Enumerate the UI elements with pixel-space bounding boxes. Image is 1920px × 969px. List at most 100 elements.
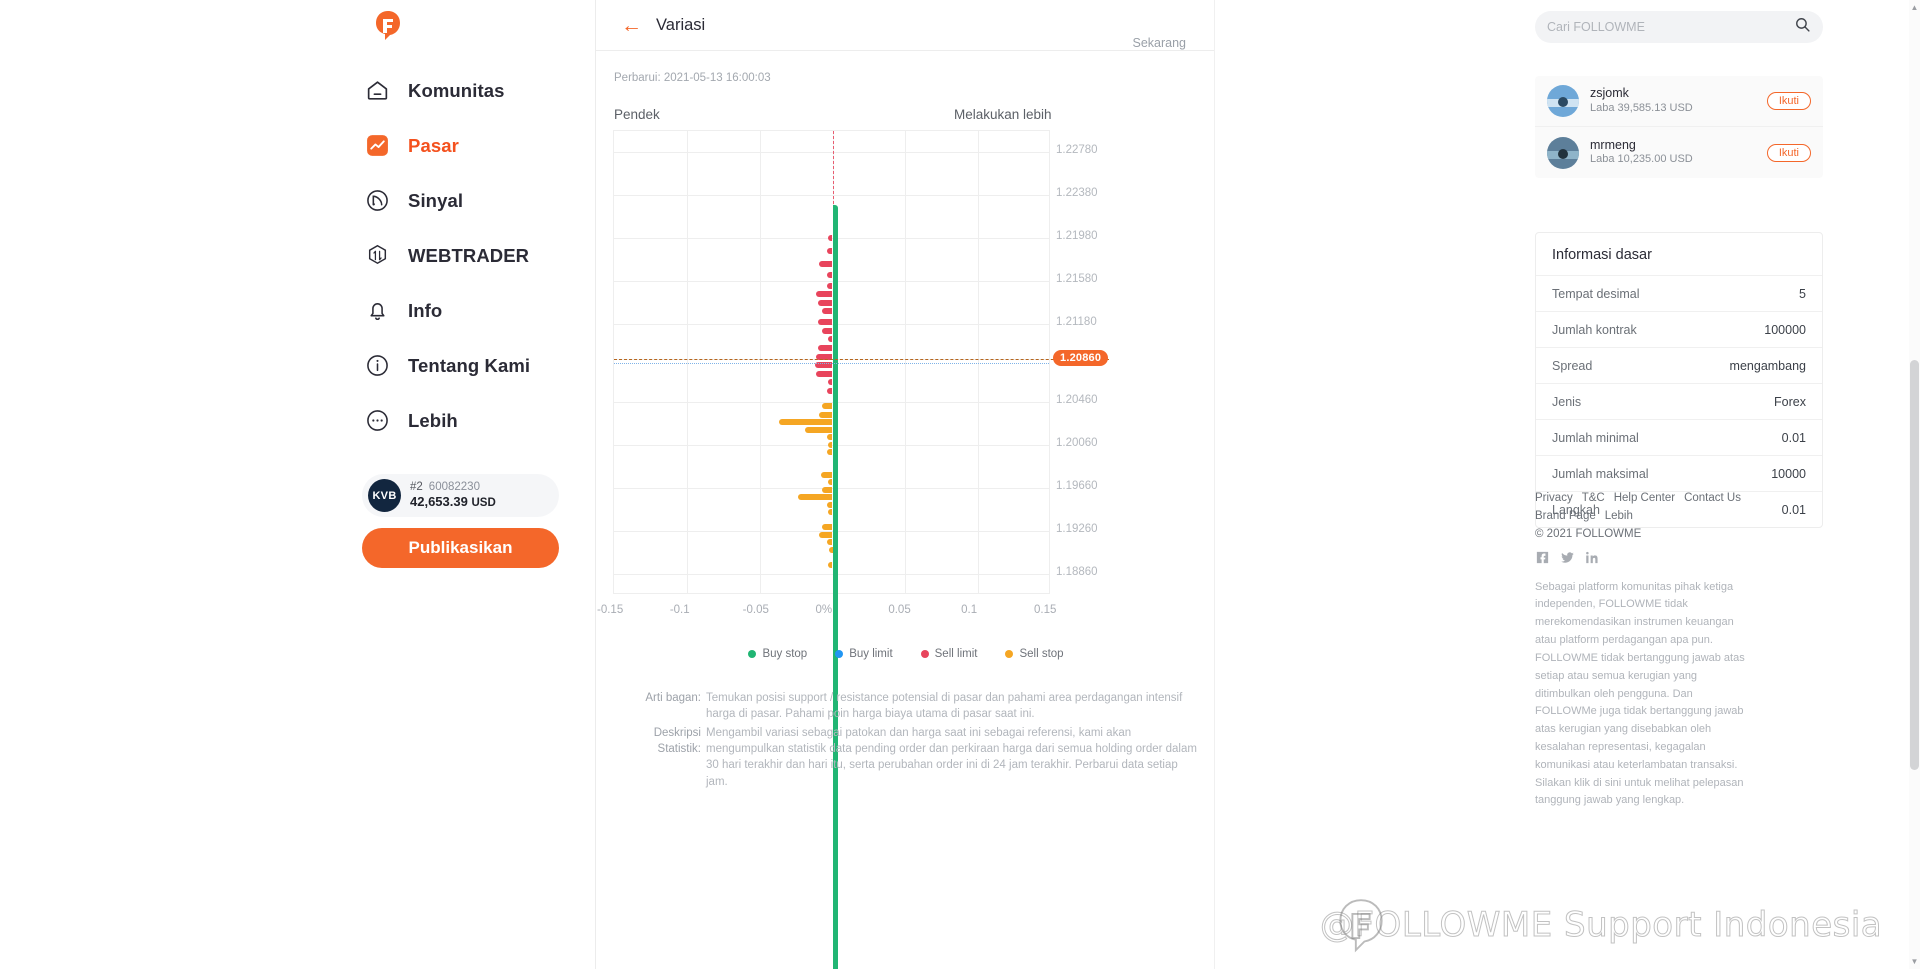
sidebar-item-webtrader[interactable]: WEBTRADER xyxy=(362,233,592,278)
list-item[interactable]: zsjomk Laba 39,585.13 USD Ikuti xyxy=(1535,76,1823,127)
chart-y-tick: 1.20060 xyxy=(1056,436,1098,449)
bar-sell-stop xyxy=(822,486,833,493)
bar-sell-limit xyxy=(828,379,833,386)
legend-color-dot xyxy=(748,650,757,658)
center-header: ← Variasi xyxy=(596,0,1214,51)
sidebar-item-label: Tentang Kami xyxy=(408,354,531,376)
bar-sell-limit xyxy=(826,248,833,255)
current-price-line xyxy=(614,358,1109,360)
page-title: Variasi xyxy=(656,15,706,34)
user-meta: zsjomk Laba 39,585.13 USD xyxy=(1590,86,1767,115)
bar-sell-stop xyxy=(822,524,833,531)
info-key: Jumlah maksimal xyxy=(1552,466,1649,481)
legend-label: Buy limit xyxy=(849,648,893,660)
user-profit: Laba 39,585.13 USD xyxy=(1590,101,1693,114)
description-key: Deskripsi Statistik: xyxy=(653,726,701,755)
search-box[interactable] xyxy=(1535,11,1823,43)
scroll-down-icon[interactable]: ▼ xyxy=(1910,957,1919,966)
bar-sell-limit xyxy=(817,344,833,351)
description-key: Arti bagan: xyxy=(645,692,701,704)
bar-sell-limit xyxy=(828,235,833,242)
legend-item[interactable]: Sell limit xyxy=(920,648,978,660)
description-row: Arti bagan: Temukan posisi support / resi… xyxy=(614,690,1198,723)
scrollbar-track[interactable]: ▲ ▼ xyxy=(1909,0,1920,969)
chart-plot-area[interactable] xyxy=(613,130,1109,969)
twitter-icon[interactable] xyxy=(1560,550,1575,565)
account-currency: USD xyxy=(471,496,496,509)
footer-copyright: © 2021 FOLLOWME xyxy=(1535,527,1642,540)
user-profit: Laba 10,235.00 USD xyxy=(1590,153,1693,166)
info-key: Jumlah kontrak xyxy=(1552,322,1637,337)
short-label: Pendek xyxy=(614,107,660,122)
search-icon[interactable] xyxy=(1794,16,1811,38)
footer-link[interactable]: T&C xyxy=(1582,492,1605,504)
info-key: Spread xyxy=(1552,358,1593,373)
chart-y-tick: 1.21180 xyxy=(1056,316,1097,329)
sidebar-item-komunitas[interactable]: Komunitas xyxy=(362,68,592,113)
sidebar-item-tentang-kami[interactable]: Tentang Kami xyxy=(362,343,592,388)
scroll-up-icon[interactable]: ▲ xyxy=(1910,3,1919,12)
legend-item[interactable]: Buy stop xyxy=(748,648,807,660)
bar-sell-limit xyxy=(816,370,833,377)
footer-social xyxy=(1535,550,1835,565)
chart-y-tick: 1.21580 xyxy=(1056,273,1098,286)
bar-sell-limit xyxy=(817,319,833,326)
footer-link[interactable]: Lebih xyxy=(1605,510,1633,522)
back-arrow-icon[interactable]: ← xyxy=(621,15,642,36)
bar-sell-stop xyxy=(797,494,833,501)
legend-label: Sell limit xyxy=(934,648,978,660)
sidebar-item-pasar[interactable]: Pasar xyxy=(362,123,592,168)
current-price-pill: 1.20860 xyxy=(1053,349,1109,366)
info-value: mengambang xyxy=(1729,358,1806,373)
footer-link[interactable]: Privacy xyxy=(1535,492,1573,504)
signal-icon xyxy=(362,186,392,216)
info-row: Jumlah maksimal 10000 xyxy=(1536,455,1822,491)
bar-sell-limit xyxy=(822,308,833,315)
info-key: Tempat desimal xyxy=(1552,286,1640,301)
bar-sell-stop xyxy=(826,434,833,441)
legend-item[interactable]: Sell stop xyxy=(1005,648,1064,660)
sidebar-item-label: Lebih xyxy=(408,409,458,431)
legend-item[interactable]: Buy limit xyxy=(835,648,893,660)
avatar[interactable] xyxy=(1547,136,1579,169)
list-item[interactable]: mrmeng Laba 10,235.00 USD Ikuti xyxy=(1535,127,1823,178)
scrollbar-thumb[interactable] xyxy=(1910,360,1919,770)
publish-button[interactable]: Publikasikan xyxy=(362,528,559,568)
bar-sell-limit xyxy=(826,271,833,278)
avatar[interactable] xyxy=(1547,85,1579,117)
chart-y-tick: 1.22780 xyxy=(1056,144,1098,157)
info-key: Jenis xyxy=(1552,394,1582,409)
chart-x-tick: 0.05 xyxy=(888,604,911,616)
account-card[interactable]: KVB #2 60082230 42,653.39 USD xyxy=(362,474,559,517)
bar-sell-limit xyxy=(816,291,833,298)
user-name: zsjomk xyxy=(1590,86,1629,101)
linkedin-icon[interactable] xyxy=(1585,550,1600,565)
info-value: 10000 xyxy=(1771,466,1806,481)
info-value: Forex xyxy=(1774,394,1806,409)
legend-label: Sell stop xyxy=(1019,648,1064,660)
footer-link[interactable]: Help Center xyxy=(1614,492,1675,504)
sidebar-item-lebih[interactable]: Lebih xyxy=(362,398,592,443)
follow-button[interactable]: Ikuti xyxy=(1766,92,1811,110)
info-value: 100000 xyxy=(1764,322,1806,337)
chart-legend: Buy stop Buy limit Sell limit Sell stop xyxy=(596,648,1216,660)
followme-logo-icon[interactable] xyxy=(370,8,406,44)
footer-link[interactable]: Brand Page xyxy=(1535,510,1596,522)
sidebar-item-label: Info xyxy=(408,299,443,321)
footer-link[interactable]: Contact Us xyxy=(1684,492,1741,504)
search-input[interactable] xyxy=(1547,20,1794,34)
bar-sell-stop xyxy=(828,561,833,568)
sidebar-item-sinyal[interactable]: Sinyal xyxy=(362,178,592,223)
bell-icon xyxy=(362,296,392,326)
info-value: 5 xyxy=(1799,286,1806,301)
follow-button[interactable]: Ikuti xyxy=(1766,143,1811,162)
variation-chart[interactable]: 1.22780 1.22380 1.21980 1.21580 1.21180 1.208… xyxy=(596,130,1216,969)
sekarang-label: Sekarang xyxy=(1132,36,1186,50)
sidebar-item-info[interactable]: Info xyxy=(362,288,592,333)
bar-sell-stop xyxy=(778,419,833,426)
suggested-users-card: zsjomk Laba 39,585.13 USD Ikuti mrmeng Laba … xyxy=(1535,76,1823,178)
bar-buy-stop xyxy=(832,205,839,969)
chart-descriptions: Arti bagan: Temukan posisi support / resi… xyxy=(596,690,1216,792)
facebook-icon[interactable] xyxy=(1535,550,1550,565)
bar-sell-stop xyxy=(822,402,833,409)
